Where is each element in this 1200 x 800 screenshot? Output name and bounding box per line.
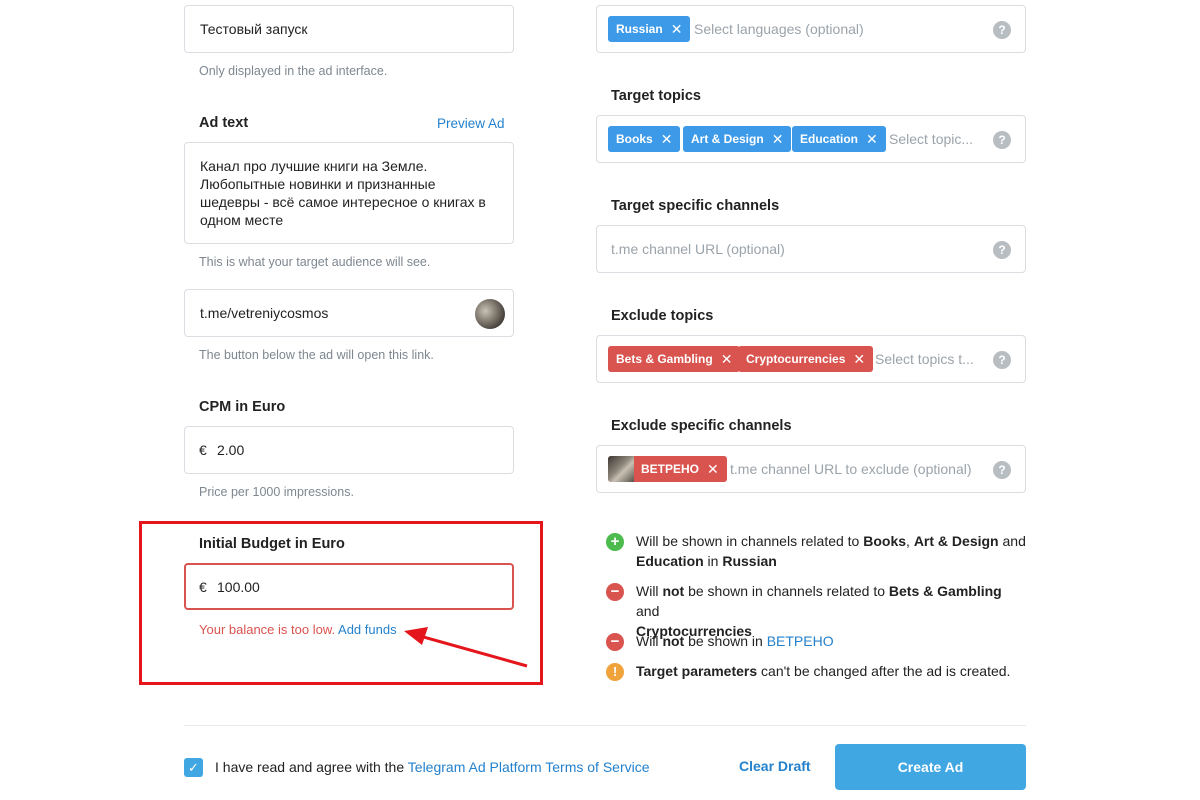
cpm-input[interactable]: € 2.00 [184, 426, 514, 474]
chip-label: Books [616, 132, 653, 146]
target-topics-label: Target topics [611, 88, 701, 104]
channel-thumbnail [608, 456, 634, 482]
question-icon[interactable]: ? [993, 131, 1011, 149]
excluded-channel-link[interactable]: ВЕТРЕНО [767, 633, 834, 649]
chip-exclude-bets-gambling: Bets & Gambling ✕ [608, 346, 741, 372]
question-icon[interactable]: ? [993, 351, 1011, 369]
budget-currency: € [199, 579, 207, 595]
chip-label: ВЕТРЕНО [641, 462, 700, 476]
chip-topic-books: Books ✕ [608, 126, 681, 152]
summary-excluded-channel-text: Will not be shown in ВЕТРЕНО [636, 633, 834, 649]
minus-circle-icon: − [606, 583, 624, 601]
ad-title-input[interactable]: Тестовый запуск [184, 5, 514, 53]
cpm-label: CPM in Euro [199, 399, 286, 415]
ad-text-line: Любопытные новинки и признанные [200, 176, 436, 192]
chip-label: Bets & Gambling [616, 352, 713, 366]
close-icon[interactable]: ✕ [853, 352, 865, 366]
plus-circle-icon: + [606, 533, 624, 551]
ad-title-hint: Only displayed in the ad interface. [199, 64, 388, 78]
languages-select[interactable]: Russian ✕ Select languages (optional) ? [596, 5, 1026, 53]
close-icon[interactable]: ✕ [866, 132, 878, 146]
exclude-topics-placeholder: Select topics t... [875, 351, 974, 367]
chip-label: Art & Design [691, 132, 764, 146]
ad-text-label: Ad text [199, 115, 249, 131]
close-icon[interactable]: ✕ [671, 22, 683, 36]
target-channels-input[interactable]: t.me channel URL (optional) ? [596, 225, 1026, 273]
chip-label: Cryptocurrencies [746, 352, 846, 366]
summary-shown-text: Will be shown in channels related to Boo… [636, 533, 1026, 569]
ad-text-hint: This is what your target audience will s… [199, 255, 431, 269]
footer-divider [184, 725, 1026, 726]
ad-text-line: одном месте [200, 212, 284, 228]
exclude-channels-placeholder: t.me channel URL to exclude (optional) [730, 461, 972, 477]
chip-exclude-cryptocurrencies: Cryptocurrencies ✕ [738, 346, 874, 372]
warning-icon: ! [606, 663, 624, 681]
terms-agree-text: I have read and agree with the [215, 759, 408, 775]
ad-title-value: Тестовый запуск [200, 21, 308, 37]
target-topics-placeholder: Select topic... [889, 131, 974, 147]
budget-label: Initial Budget in Euro [199, 536, 345, 552]
target-channels-label: Target specific channels [611, 198, 780, 214]
exclude-topics-select[interactable]: Bets & Gambling ✕ Cryptocurrencies ✕ Sel… [596, 335, 1026, 383]
clear-draft-button[interactable]: Clear Draft [739, 758, 811, 774]
question-icon[interactable]: ? [993, 461, 1011, 479]
budget-error-text: Your balance is too low. [199, 622, 336, 637]
close-icon[interactable]: ✕ [661, 132, 673, 146]
languages-placeholder: Select languages (optional) [694, 21, 864, 37]
chip-label: Education [800, 132, 859, 146]
cpm-hint: Price per 1000 impressions. [199, 485, 354, 499]
question-icon[interactable]: ? [993, 21, 1011, 39]
exclude-topics-label: Exclude topics [611, 308, 714, 324]
ad-text-line: шедевры - всё самое интересное о книгах … [200, 194, 486, 210]
budget-input[interactable]: € 100.00 [184, 563, 514, 610]
chip-exclude-channel: ВЕТРЕНО ✕ [608, 456, 727, 482]
create-ad-button[interactable]: Create Ad [835, 744, 1026, 790]
terms-of-service-link[interactable]: Telegram Ad Platform Terms of Service [408, 759, 650, 775]
target-topics-select[interactable]: Books ✕ Art & Design ✕ Education ✕ Selec… [596, 115, 1026, 163]
question-icon[interactable]: ? [993, 241, 1011, 259]
ad-url-input[interactable]: t.me/vetreniycosmos [184, 289, 514, 337]
ad-url-hint: The button below the ad will open this l… [199, 348, 434, 362]
ad-text-line: Канал про лучшие книги на Земле. [200, 158, 428, 174]
close-icon[interactable]: ✕ [707, 462, 719, 476]
chip-label: Russian [616, 22, 663, 36]
target-channels-placeholder: t.me channel URL (optional) [611, 241, 785, 257]
close-icon[interactable]: ✕ [721, 352, 733, 366]
add-funds-link[interactable]: Add funds [338, 622, 397, 637]
ad-url-value: t.me/vetreniycosmos [200, 305, 329, 321]
cpm-value: 2.00 [217, 442, 245, 458]
summary-warning-text: Target parameters can't be changed after… [636, 663, 1011, 679]
cpm-currency: € [199, 442, 207, 458]
chip-language-russian: Russian ✕ [608, 16, 691, 42]
terms-checkbox[interactable]: ✓ [184, 758, 203, 777]
budget-value: 100.00 [217, 579, 260, 595]
close-icon[interactable]: ✕ [772, 132, 784, 146]
chip-topic-art-design: Art & Design ✕ [683, 126, 792, 152]
channel-avatar [475, 299, 505, 329]
chip-topic-education: Education ✕ [792, 126, 886, 152]
exclude-channels-label: Exclude specific channels [611, 418, 792, 434]
check-icon: ✓ [188, 760, 199, 775]
exclude-channels-input[interactable]: ВЕТРЕНО ✕ t.me channel URL to exclude (o… [596, 445, 1026, 493]
minus-circle-icon: − [606, 633, 624, 651]
preview-ad-link[interactable]: Preview Ad [437, 116, 505, 131]
ad-text-textarea[interactable]: Канал про лучшие книги на Земле. Любопыт… [184, 142, 514, 244]
